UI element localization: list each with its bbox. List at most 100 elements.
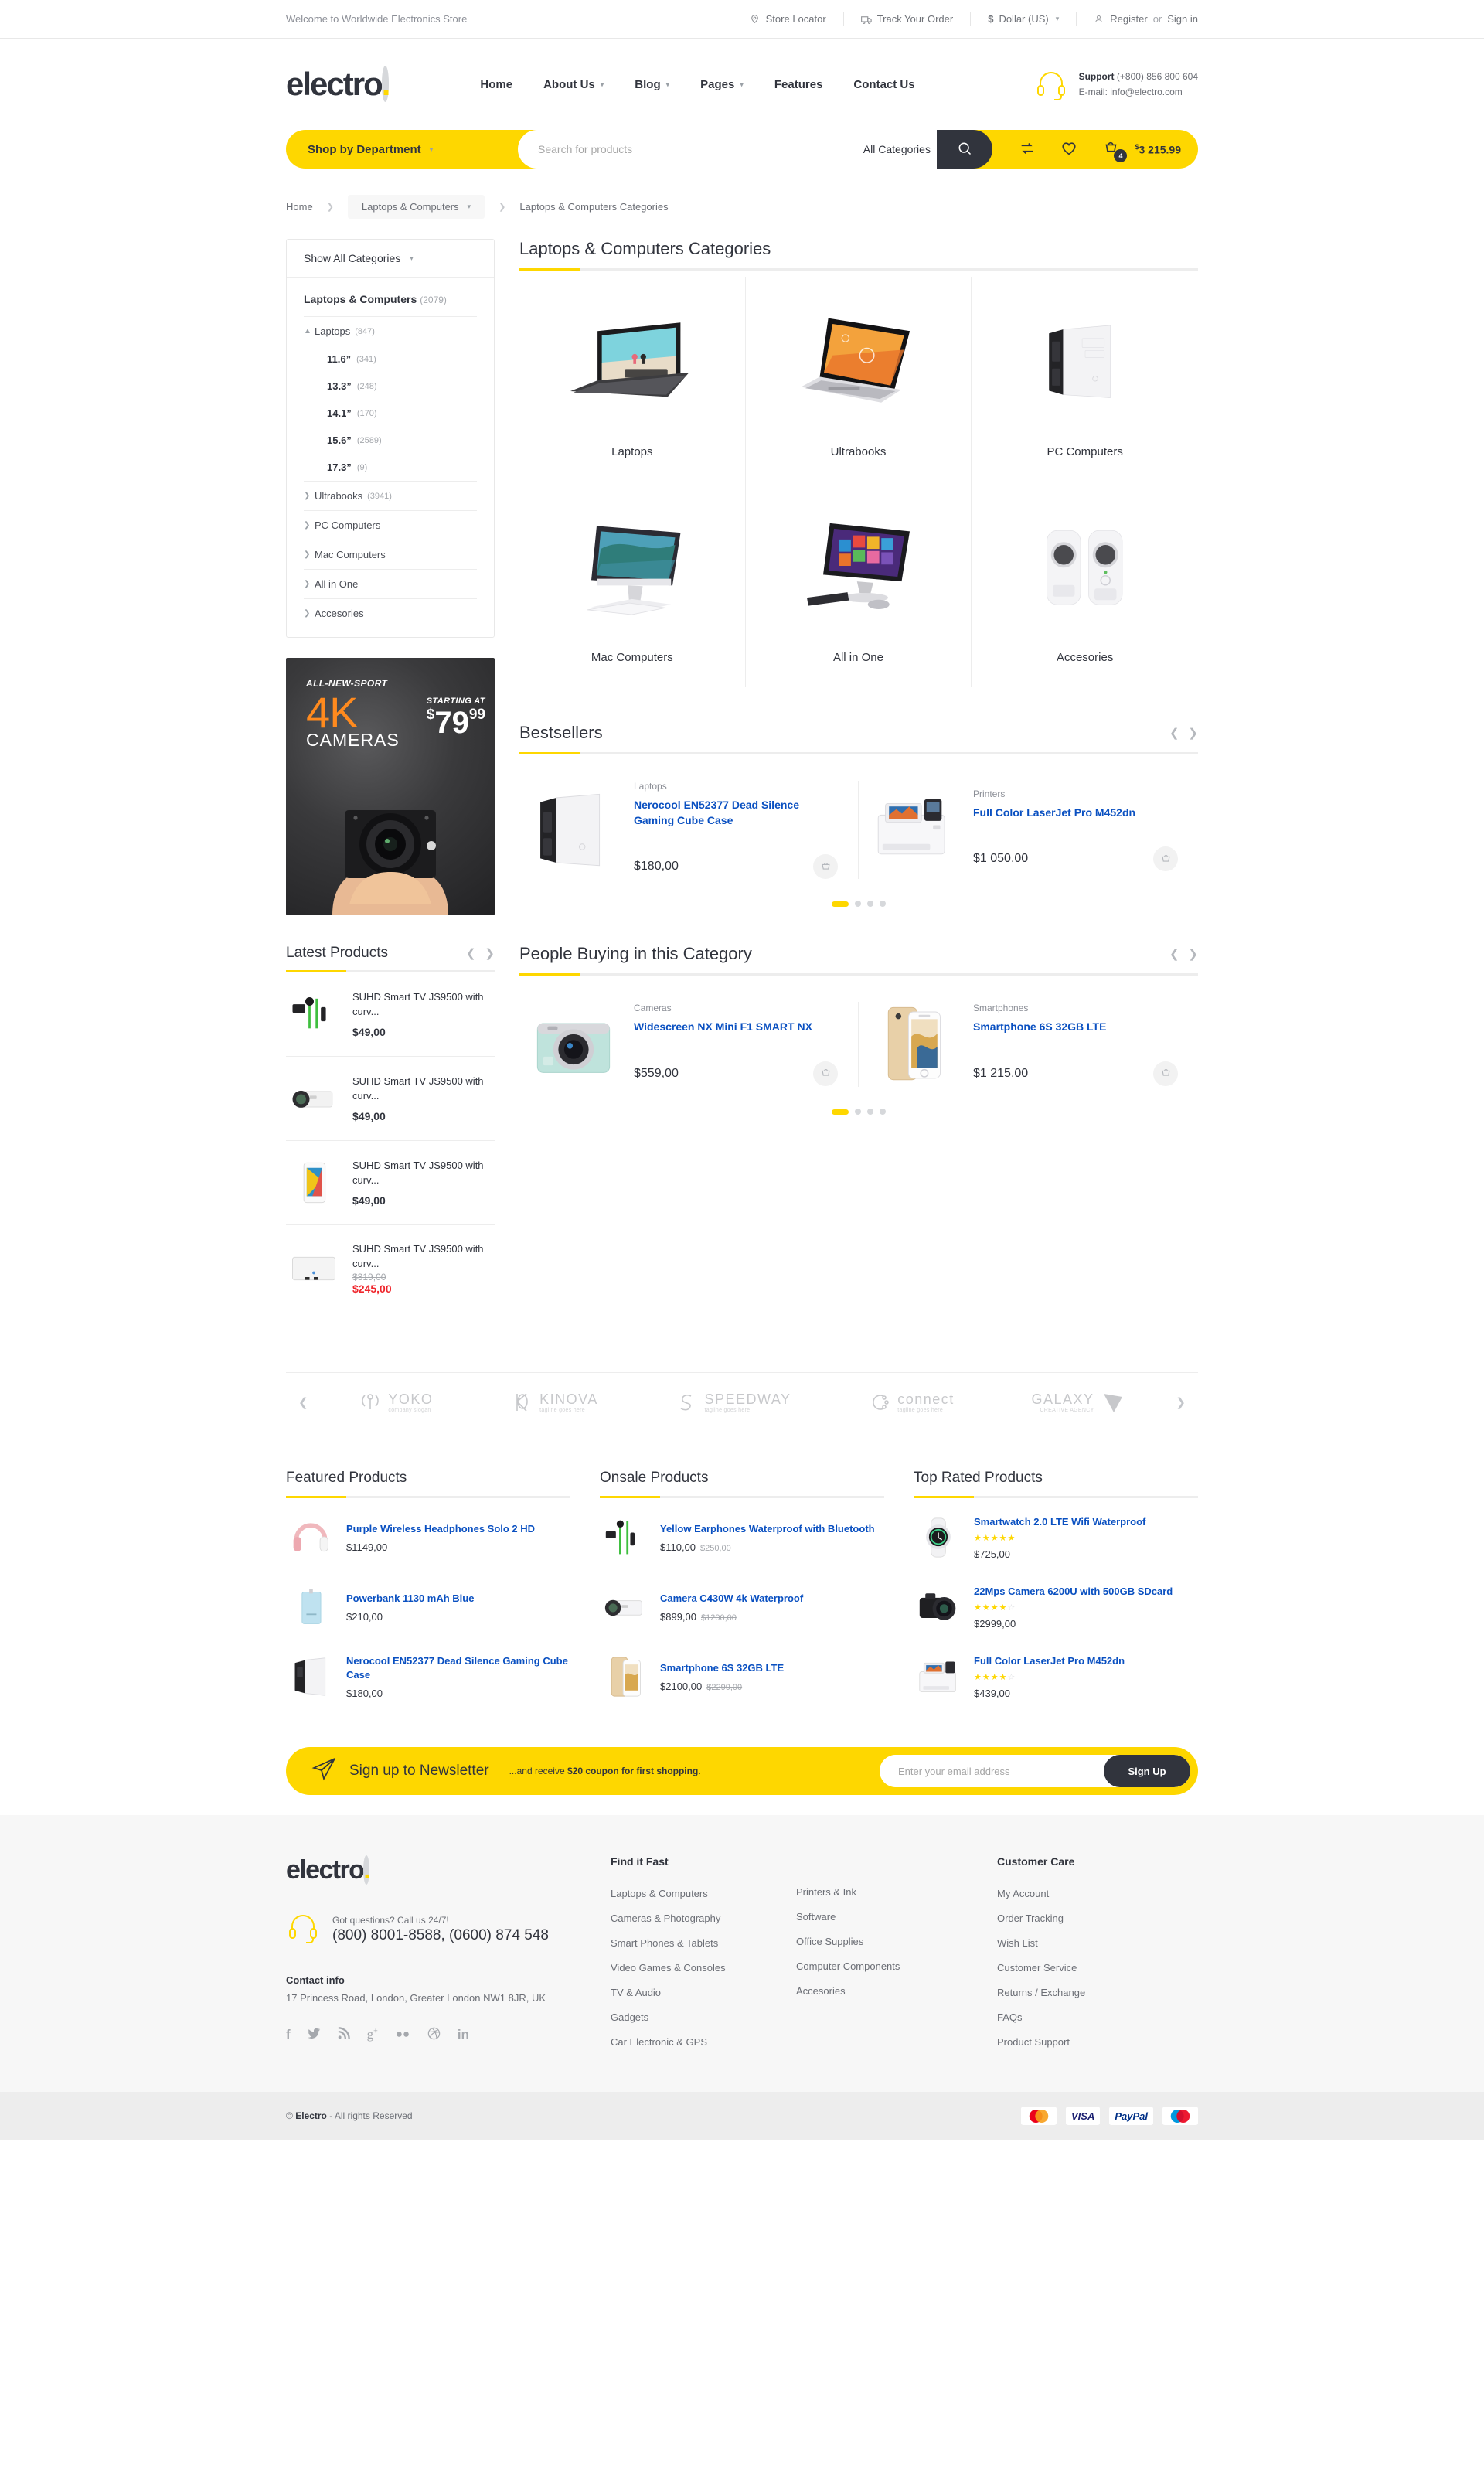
logo[interactable]: electro. [286,66,390,102]
add-to-cart-button[interactable] [1153,846,1178,872]
cart-total[interactable]: $3 215.99 [1135,143,1181,156]
category-card-ultrabooks[interactable]: Ultrabooks [745,277,972,482]
footer-link[interactable]: Smart Phones & Tablets [611,1937,796,1949]
nav-item-home[interactable]: Home [480,78,512,91]
currency-selector[interactable]: $ Dollar (US) ▾ [971,12,1077,26]
carousel-dot[interactable] [855,1109,861,1115]
list-item[interactable]: Purple Wireless Headphones Solo 2 HD $11… [286,1498,570,1568]
brand-logo-connect[interactable]: connect tagline goes here [868,1391,955,1414]
flickr-icon[interactable] [395,2027,410,2044]
breadcrumb-home[interactable]: Home [286,196,313,218]
list-item[interactable]: SUHD Smart TV JS9500 with curv... $319,0… [286,1225,495,1312]
nav-item-about-us[interactable]: About Us ▾ [543,78,604,91]
sidebar-subitem-17-3[interactable]: 17.3” (9) [304,454,477,481]
product-name[interactable]: Widescreen NX Mini F1 SMART NX [634,1020,838,1035]
brand-logo-galaxy[interactable]: GALAXY CREATIVE AGENCY [1032,1390,1125,1415]
sidebar-item-mac-computers[interactable]: ❯ Mac Computers [304,540,477,569]
footer-link[interactable]: Office Supplies [796,1936,982,1947]
carousel-dot[interactable] [855,901,861,908]
list-item[interactable]: SUHD Smart TV JS9500 with curv... $49,00 [286,972,495,1057]
dribbble-icon[interactable] [427,2027,441,2044]
signin-link[interactable]: Sign in [1167,13,1198,25]
footer-link[interactable]: Printers & Ink [796,1886,982,1898]
footer-link[interactable]: Cameras & Photography [611,1913,796,1924]
sidebar-item-all-in-one[interactable]: ❯ All in One [304,570,477,598]
product-name[interactable]: SUHD Smart TV JS9500 with curv... [352,1242,495,1272]
facebook-icon[interactable]: f [286,2027,291,2044]
next-arrow-icon[interactable]: ❯ [1163,1395,1198,1409]
footer-link[interactable]: Video Games & Consoles [611,1962,796,1974]
promo-banner[interactable]: ALL-NEW-SPORT 4K CAMERAS STARTING AT $79… [286,658,495,915]
product-name[interactable]: Full Color LaserJet Pro M452dn [974,1654,1198,1668]
shop-by-department-button[interactable]: Shop by Department ▾ [286,143,518,156]
list-item[interactable]: Camera C430W 4k Waterproof $899,00 $1200,… [600,1568,884,1637]
product-card[interactable]: Smartphones Smartphone 6S 32GB LTE $1 21… [859,1002,1198,1087]
rss-icon[interactable] [338,2027,350,2044]
store-locator-link[interactable]: Store Locator [733,12,844,26]
sidebar-subitem-13-3[interactable]: 13.3” (248) [304,373,477,400]
list-item[interactable]: Full Color LaserJet Pro M452dn ★★★★☆ $43… [914,1637,1198,1707]
category-card-accesories[interactable]: Accesories [972,482,1198,687]
nav-item-contact-us[interactable]: Contact Us [853,78,914,91]
track-order-link[interactable]: Track Your Order [844,12,972,26]
sidebar-item-ultrabooks[interactable]: ❯ Ultrabooks (3941) [304,482,477,510]
search-input[interactable] [538,143,863,155]
sidebar-subitem-15-6[interactable]: 15.6” (2589) [304,427,477,454]
prev-arrow-icon[interactable]: ❮ [1169,947,1179,961]
search-button[interactable] [937,130,993,169]
product-name[interactable]: SUHD Smart TV JS9500 with curv... [352,1159,495,1188]
footer-link[interactable]: Car Electronic & GPS [611,2036,796,2048]
carousel-dot[interactable] [832,1109,849,1115]
show-all-categories-toggle[interactable]: Show All Categories ▾ [287,240,494,278]
product-name[interactable]: Camera C430W 4k Waterproof [660,1592,884,1606]
wishlist-heart-icon[interactable] [1060,140,1079,158]
google-plus-icon[interactable]: g+ [367,2027,378,2044]
product-card[interactable]: Cameras Widescreen NX Mini F1 SMART NX $… [519,1002,859,1088]
compare-icon[interactable] [1019,140,1037,158]
sidebar-subitem-14-1[interactable]: 14.1” (170) [304,400,477,427]
sidebar-item-pc-computers[interactable]: ❯ PC Computers [304,511,477,540]
footer-link[interactable]: Wish List [997,1937,1198,1949]
product-name[interactable]: Smartphone 6S 32GB LTE [660,1661,884,1675]
list-item[interactable]: Yellow Earphones Waterproof with Bluetoo… [600,1498,884,1568]
twitter-icon[interactable] [307,2027,321,2044]
carousel-dot[interactable] [832,901,849,907]
sidebar-item-accesories[interactable]: ❯ Accesories [304,599,477,628]
footer-link[interactable]: My Account [997,1888,1198,1899]
carousel-dot[interactable] [880,901,886,908]
footer-link[interactable]: Computer Components [796,1960,982,1972]
footer-link[interactable]: Accesories [796,1985,982,1997]
footer-link[interactable]: Product Support [997,2036,1198,2048]
brand-logo-yoko[interactable]: YOKO company slogan [359,1391,433,1414]
footer-link[interactable]: Customer Service [997,1962,1198,1974]
prev-arrow-icon[interactable]: ❮ [1169,726,1179,740]
carousel-dot[interactable] [867,1109,873,1115]
brand-logo-speedway[interactable]: SPEEDWAY tagline goes here [676,1391,791,1414]
prev-arrow-icon[interactable]: ❮ [466,946,476,960]
next-arrow-icon[interactable]: ❯ [485,946,495,960]
nav-item-blog[interactable]: Blog ▾ [635,78,669,91]
list-item[interactable]: Nerocool EN52377 Dead Silence Gaming Cub… [286,1637,570,1707]
footer-link[interactable]: TV & Audio [611,1987,796,1998]
add-to-cart-button[interactable] [813,1061,838,1086]
list-item[interactable]: Powerbank 1130 mAh Blue $210,00 [286,1568,570,1637]
next-arrow-icon[interactable]: ❯ [1188,726,1198,740]
footer-link[interactable]: Software [796,1911,982,1923]
cart-icon[interactable]: 4 [1102,140,1128,162]
list-item[interactable]: 22Mps Camera 6200U with 500GB SDcard ★★★… [914,1568,1198,1637]
linkedin-icon[interactable]: in [458,2027,469,2044]
category-card-all-in-one[interactable]: All in One [746,482,972,687]
product-card[interactable]: Laptops Nerocool EN52377 Dead Silence Ga… [519,781,859,880]
newsletter-signup-button[interactable]: Sign Up [1104,1755,1190,1788]
sidebar-subitem-11-6[interactable]: 11.6” (341) [304,346,477,373]
product-card[interactable]: Printers Full Color LaserJet Pro M452dn … [859,781,1198,879]
list-item[interactable]: Smartphone 6S 32GB LTE $2100,00 $2299,00 [600,1637,884,1707]
carousel-dot[interactable] [880,1109,886,1115]
category-card-laptops[interactable]: Laptops [519,277,746,482]
footer-link[interactable]: FAQs [997,2011,1198,2023]
footer-logo[interactable]: electro. [286,1855,611,1885]
product-name[interactable]: Powerbank 1130 mAh Blue [346,1592,570,1606]
list-item[interactable]: Smartwatch 2.0 LTE Wifi Waterproof ★★★★★… [914,1498,1198,1568]
footer-link[interactable]: Laptops & Computers [611,1888,796,1899]
list-item[interactable]: SUHD Smart TV JS9500 with curv... $49,00 [286,1141,495,1225]
